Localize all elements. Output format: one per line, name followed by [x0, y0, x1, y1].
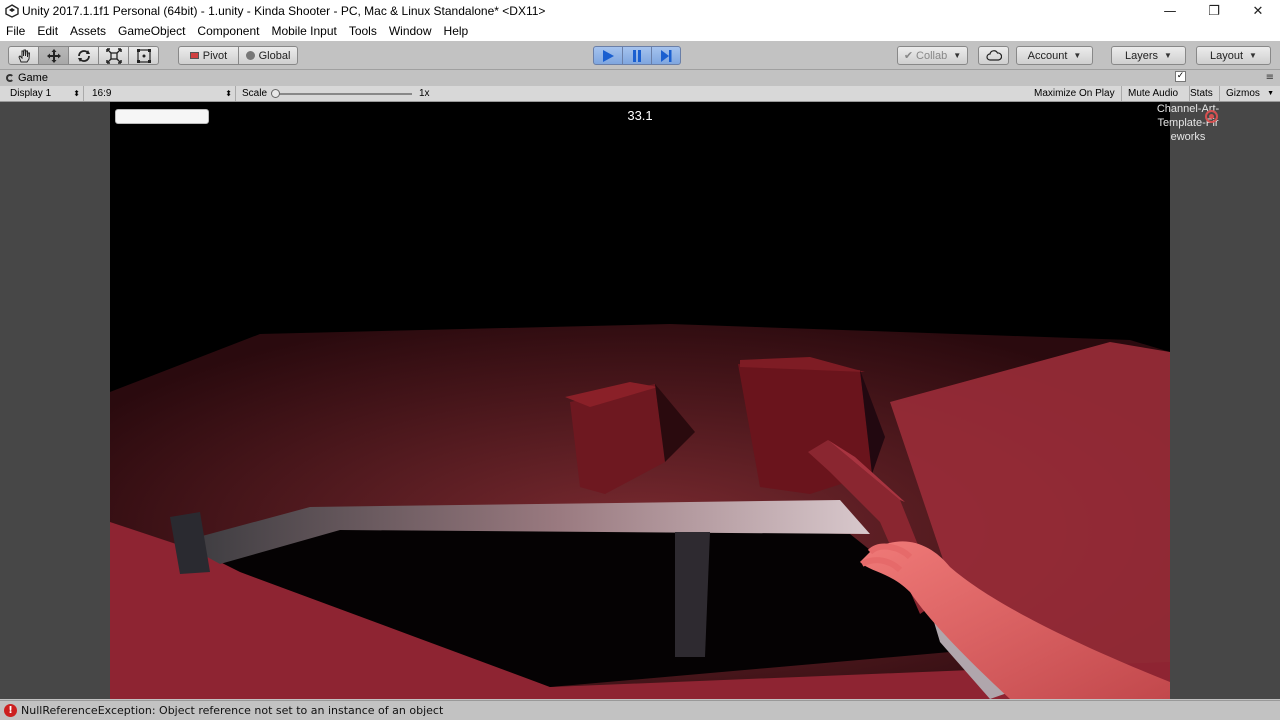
hand-tool-icon[interactable]	[8, 46, 39, 65]
game-view-controls: Display 1 ⬍ 16:9 ⬍ Scale 1x Maximize On …	[0, 86, 1280, 102]
gizmos-label: Gizmos	[1226, 88, 1260, 99]
cloud-icon	[985, 50, 1002, 61]
chevron-down-icon: ▼	[1073, 51, 1082, 60]
error-icon: !	[4, 704, 17, 717]
scale-tool-icon[interactable]	[98, 46, 129, 65]
chevron-down-icon: ▼	[1249, 51, 1257, 60]
pivot-button[interactable]: Pivot	[178, 46, 239, 65]
global-label: Global	[258, 49, 291, 62]
display-label: Display 1	[10, 88, 52, 99]
console-message[interactable]: NullReferenceException: Object reference…	[21, 704, 443, 717]
menu-tools[interactable]: Tools	[343, 22, 383, 41]
check-icon: ✔	[903, 50, 914, 62]
global-button[interactable]: Global	[238, 46, 298, 65]
stats-toggle[interactable]: Stats	[1186, 86, 1220, 101]
account-button[interactable]: Account ▼	[1016, 46, 1093, 65]
gizmos-dropdown[interactable]: Gizmos ▼	[1222, 86, 1276, 101]
menu-file[interactable]: File	[0, 22, 31, 41]
play-controls	[593, 46, 681, 65]
layout-label: Layout	[1210, 49, 1244, 62]
rotate-tool-icon[interactable]	[68, 46, 99, 65]
aspect-dropdown[interactable]: 16:9 ⬍	[88, 86, 236, 101]
maximize-on-play-toggle[interactable]: Maximize On Play	[1030, 86, 1122, 101]
main-toolbar: Pivot Global ✔ Collab ▼ Account ▼ Layers…	[0, 41, 1280, 70]
account-label: Account	[1027, 49, 1068, 62]
side-label-line: eworks	[1170, 131, 1206, 143]
menu-assets[interactable]: Assets	[64, 22, 112, 41]
title-bar: Unity 2017.1.1f1 Personal (64bit) - 1.un…	[0, 0, 1280, 22]
transform-tools	[8, 46, 159, 65]
close-icon[interactable]: ✕	[1236, 0, 1280, 22]
rect-tool-icon[interactable]	[128, 46, 159, 65]
chevron-down-icon: ▼	[1267, 90, 1274, 97]
maximize-checkbox-icon[interactable]: ✓	[1175, 71, 1186, 82]
game-viewport[interactable]: 33.1	[110, 102, 1170, 699]
menu-edit[interactable]: Edit	[31, 22, 64, 41]
minimize-icon[interactable]: —	[1148, 0, 1192, 22]
aspect-label: 16:9	[92, 88, 112, 99]
cloud-button[interactable]	[978, 46, 1009, 65]
menu-mobile-input[interactable]: Mobile Input	[265, 22, 342, 41]
menu-gameobject[interactable]: GameObject	[112, 22, 191, 41]
move-tool-icon[interactable]	[38, 46, 69, 65]
mute-audio-toggle[interactable]: Mute Audio	[1124, 86, 1190, 101]
tab-game[interactable]: Game	[6, 72, 48, 84]
collab-label: Collab	[916, 49, 948, 62]
layout-dropdown[interactable]: Layout ▼	[1196, 46, 1271, 65]
pivot-icon	[189, 52, 199, 59]
globe-icon	[245, 51, 255, 60]
window-controls: — ❐ ✕	[1148, 0, 1280, 22]
layers-label: Layers	[1125, 49, 1159, 62]
play-icon[interactable]	[593, 46, 623, 65]
tab-menu-icon[interactable]: ≡	[1266, 72, 1274, 83]
game-view-area: 33.1	[0, 102, 1280, 699]
chevron-down-icon: ▼	[953, 51, 962, 60]
menu-window[interactable]: Window	[383, 22, 438, 41]
restore-icon[interactable]: ❐	[1192, 0, 1236, 22]
updown-icon: ⬍	[73, 89, 80, 98]
hud-timer: 33.1	[627, 108, 653, 123]
step-icon[interactable]	[651, 46, 681, 65]
status-bar[interactable]: ! NullReferenceException: Object referen…	[0, 700, 1280, 720]
tab-game-label: Game	[18, 72, 48, 84]
game-tab-header: Game ✓ ≡	[0, 70, 1280, 86]
display-dropdown[interactable]: Display 1 ⬍	[6, 86, 84, 101]
scale-label: Scale	[242, 88, 268, 99]
post-mid	[675, 532, 710, 657]
menu-component[interactable]: Component	[191, 22, 265, 41]
scale-slider-handle[interactable]	[271, 89, 280, 98]
chevron-down-icon: ▼	[1164, 51, 1172, 60]
updown-icon: ⬍	[225, 89, 232, 98]
game-view-icon	[6, 74, 14, 82]
side-label-text: Channel-Art- Template-Fir eworks	[1152, 102, 1224, 144]
scale-slider-track[interactable]	[276, 93, 412, 95]
collab-button[interactable]: ✔ Collab ▼	[897, 46, 968, 65]
scene-render	[110, 324, 1170, 699]
unity-logo-icon	[4, 3, 20, 19]
crosshair-target-icon	[1205, 110, 1218, 123]
health-bar	[115, 109, 209, 124]
pivot-label: Pivot	[202, 49, 228, 62]
menu-bar: File Edit Assets GameObject Component Mo…	[0, 22, 1280, 41]
pause-icon[interactable]	[622, 46, 652, 65]
scale-value: 1x	[419, 88, 430, 99]
menu-help[interactable]: Help	[438, 22, 475, 41]
layers-dropdown[interactable]: Layers ▼	[1111, 46, 1186, 65]
window-title: Unity 2017.1.1f1 Personal (64bit) - 1.un…	[22, 4, 546, 18]
